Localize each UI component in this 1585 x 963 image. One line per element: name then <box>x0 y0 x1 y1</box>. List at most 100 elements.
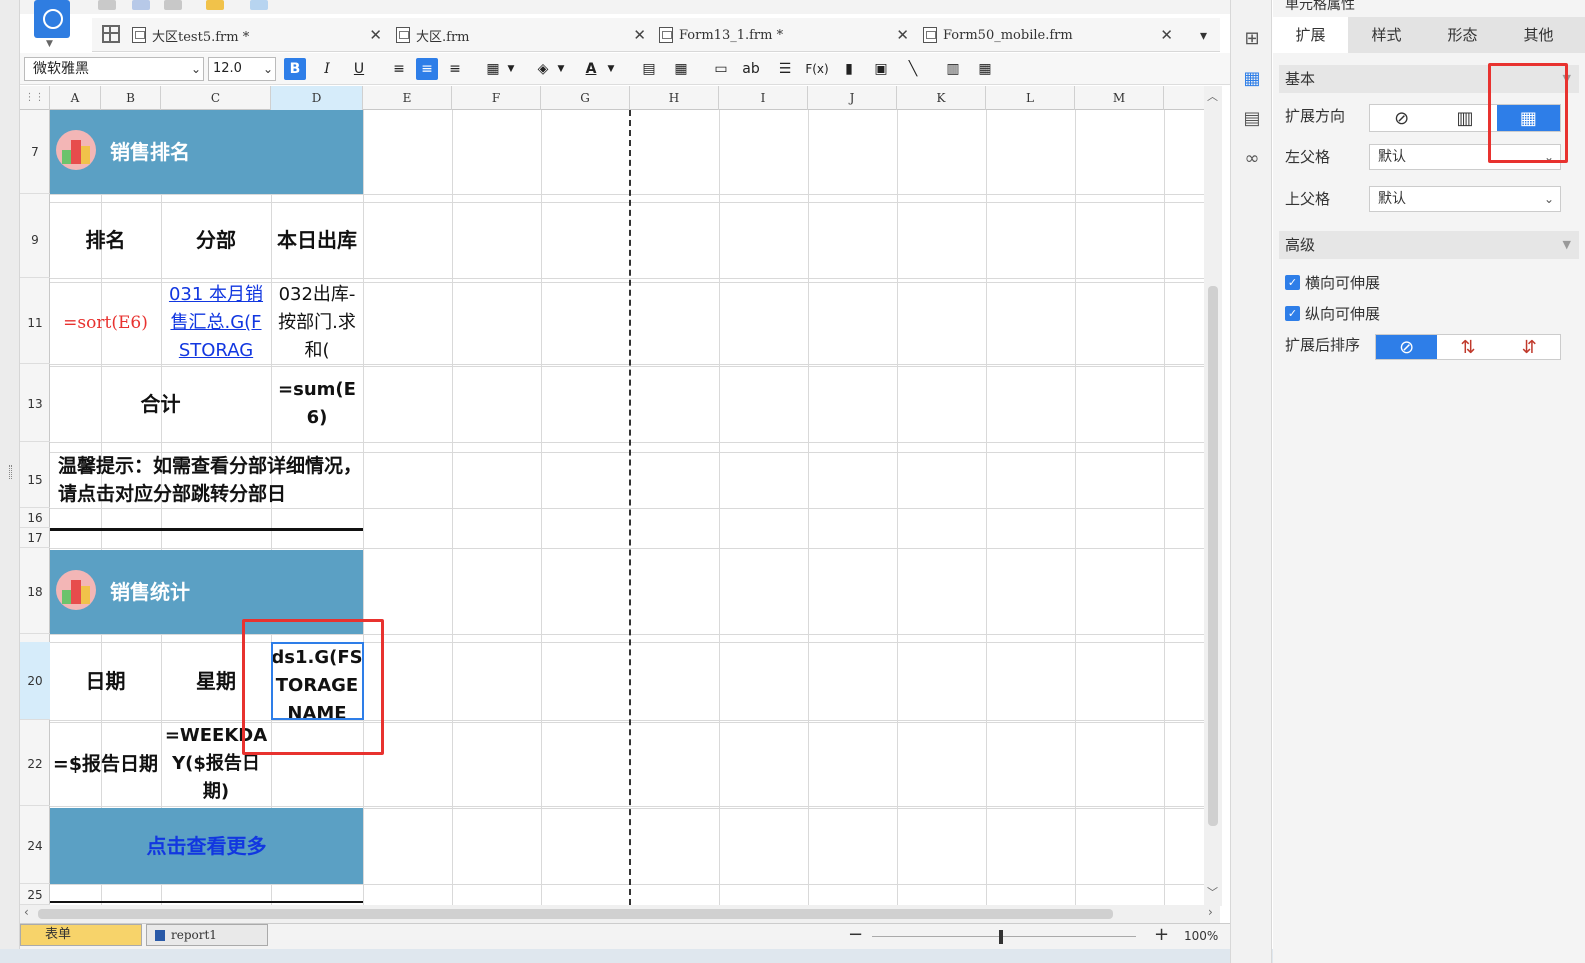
header-branch[interactable]: 分部 <box>161 202 271 278</box>
tab-expand[interactable]: 扩展 <box>1273 17 1348 53</box>
row-15[interactable]: 15 <box>20 452 50 508</box>
tab-file-4[interactable]: Form50_mobile.frm ✕ <box>923 18 1173 52</box>
close-icon[interactable]: ✕ <box>896 26 909 44</box>
preview-icon[interactable] <box>250 0 268 10</box>
col-b[interactable]: B <box>101 86 161 110</box>
font-size-select[interactable]: 12.0 ⌄ <box>208 57 276 81</box>
chart-icon[interactable]: ▮ <box>838 58 860 80</box>
row-11[interactable]: 11 <box>20 282 50 364</box>
merge-cells-icon[interactable]: ▤ <box>638 58 660 80</box>
row-13[interactable]: 13 <box>20 366 50 442</box>
grid-view-icon[interactable] <box>102 25 120 43</box>
tip-text[interactable]: 温馨提示：如需查看分部详细情况，请点击对应分部跳转分部日 <box>50 452 363 508</box>
row-24[interactable]: 24 <box>20 808 50 884</box>
table-icon[interactable]: ▦ <box>974 58 996 80</box>
link-icon[interactable]: ∞ <box>1241 148 1263 170</box>
col-e[interactable]: E <box>363 86 452 110</box>
col-k[interactable]: K <box>897 86 986 110</box>
tab-form[interactable]: 形态 <box>1425 17 1500 53</box>
close-icon[interactable]: ✕ <box>369 26 382 44</box>
chevron-up-icon[interactable]: ︿ <box>1207 88 1218 104</box>
font-family-select[interactable]: 微软雅黑 ⌄ <box>24 57 204 81</box>
chevron-down-icon[interactable]: ⌄ <box>191 58 201 80</box>
col-i[interactable]: I <box>719 86 808 110</box>
header-rank[interactable]: 排名 <box>50 202 161 278</box>
row-18[interactable]: 18 <box>20 550 50 634</box>
chevron-down-icon[interactable]: ⌄ <box>1544 187 1554 211</box>
col-g[interactable]: G <box>541 86 630 110</box>
col-l[interactable]: L <box>986 86 1075 110</box>
sheet-tab-report1[interactable]: report1 <box>146 924 268 946</box>
underline-button[interactable]: U <box>348 58 370 80</box>
chevron-down-icon[interactable]: ▼ <box>500 58 522 80</box>
undo-icon[interactable] <box>132 0 150 10</box>
tab-file-2[interactable]: 大区.frm ✕ <box>396 18 646 52</box>
paragraph-icon[interactable]: ☰ <box>774 58 796 80</box>
sales-rank-banner[interactable]: 销售排名 <box>50 110 363 194</box>
vertical-scrollbar[interactable]: ︿ ﹀ <box>1204 86 1222 906</box>
tab-file-1[interactable]: 大区test5.frm * ✕ <box>132 18 382 52</box>
chevron-down-icon[interactable]: ▼ <box>600 58 622 80</box>
no-expand-icon[interactable]: ⊘ <box>1370 105 1433 131</box>
view-more-link[interactable]: 点击查看更多 <box>50 808 363 884</box>
paint-icon[interactable] <box>206 0 224 10</box>
no-sort-icon[interactable]: ⊘ <box>1376 335 1438 359</box>
chevron-left-icon[interactable]: ‹ <box>24 905 29 919</box>
zoom-slider-track[interactable] <box>872 936 1136 937</box>
top-parent-select[interactable]: 默认 ⌄ <box>1369 186 1561 212</box>
split-cells-icon[interactable]: ▦ <box>670 58 692 80</box>
tab-list-icon[interactable]: ▾ <box>1200 28 1207 44</box>
sort-descending-icon[interactable]: ⇵ <box>1499 335 1560 359</box>
header-date[interactable]: 日期 <box>50 642 161 720</box>
slash-icon[interactable]: ╲ <box>902 58 924 80</box>
col-d[interactable]: D <box>271 86 363 110</box>
row-17[interactable]: 17 <box>20 528 50 548</box>
bold-button[interactable]: B <box>284 58 306 80</box>
cell-d13-sum[interactable]: =sum(E6) <box>271 366 363 442</box>
tab-file-3[interactable]: Form13_1.frm * ✕ <box>659 18 909 52</box>
chevron-down-icon[interactable]: ﹀ <box>1207 884 1218 900</box>
chevron-down-icon[interactable]: ▼ <box>550 58 572 80</box>
chevron-down-icon[interactable]: ▼ <box>1563 231 1571 259</box>
layout-icon[interactable]: ⊞ <box>1241 28 1263 50</box>
row-22[interactable]: 22 <box>20 722 50 806</box>
formula-button[interactable]: F(x) <box>804 58 830 80</box>
align-center-icon[interactable]: ≡ <box>416 58 438 80</box>
horizontal-scrollbar[interactable]: ‹ › <box>20 905 1220 923</box>
tab-other[interactable]: 其他 <box>1501 17 1576 53</box>
image-icon[interactable]: ▣ <box>870 58 892 80</box>
cell-a11-formula[interactable]: =sort(E6) <box>50 282 161 364</box>
col-h[interactable]: H <box>630 86 719 110</box>
checkmark-icon[interactable]: ✓ <box>1285 306 1300 321</box>
cell-d11-formula[interactable]: 032出库-按部门.求和( <box>271 282 363 364</box>
col-m[interactable]: M <box>1075 86 1164 110</box>
col-j[interactable]: J <box>808 86 897 110</box>
close-icon[interactable]: ✕ <box>1160 26 1173 44</box>
chevron-down-icon[interactable]: ▼ <box>46 39 53 49</box>
zoom-in-button[interactable]: + <box>1154 924 1169 945</box>
report-logo-icon[interactable] <box>34 0 70 38</box>
row-7[interactable]: 7 <box>20 110 50 194</box>
chevron-down-icon[interactable]: ⌄ <box>263 58 273 80</box>
zoom-slider-thumb[interactable] <box>999 930 1003 944</box>
col-a[interactable]: A <box>50 86 101 110</box>
row-9[interactable]: 9 <box>20 202 50 278</box>
col-c[interactable]: C <box>161 86 271 110</box>
select-all-icon[interactable]: ⋮⋮ <box>20 86 50 110</box>
col-f[interactable]: F <box>452 86 541 110</box>
section-advanced[interactable]: 高级 ▼ <box>1279 231 1579 259</box>
cell-a22-date[interactable]: =$报告日期 <box>50 722 161 806</box>
checkmark-icon[interactable]: ✓ <box>1285 275 1300 290</box>
chevron-right-icon[interactable]: › <box>1208 905 1213 919</box>
save-icon[interactable] <box>98 0 116 10</box>
horizontal-scroll-thumb[interactable] <box>38 909 1113 919</box>
row-25[interactable]: 25 <box>20 886 50 905</box>
row-20[interactable]: 20 <box>20 642 50 720</box>
text-field-icon[interactable]: ▭ <box>710 58 732 80</box>
italic-button[interactable]: I <box>316 58 338 80</box>
left-collapse-strip[interactable] <box>0 0 20 963</box>
font-color-button[interactable]: A <box>580 58 602 80</box>
close-icon[interactable]: ✕ <box>633 26 646 44</box>
cell-attributes-icon[interactable]: ▦ <box>1241 68 1263 90</box>
widget-icon[interactable]: ▤ <box>1241 108 1263 130</box>
